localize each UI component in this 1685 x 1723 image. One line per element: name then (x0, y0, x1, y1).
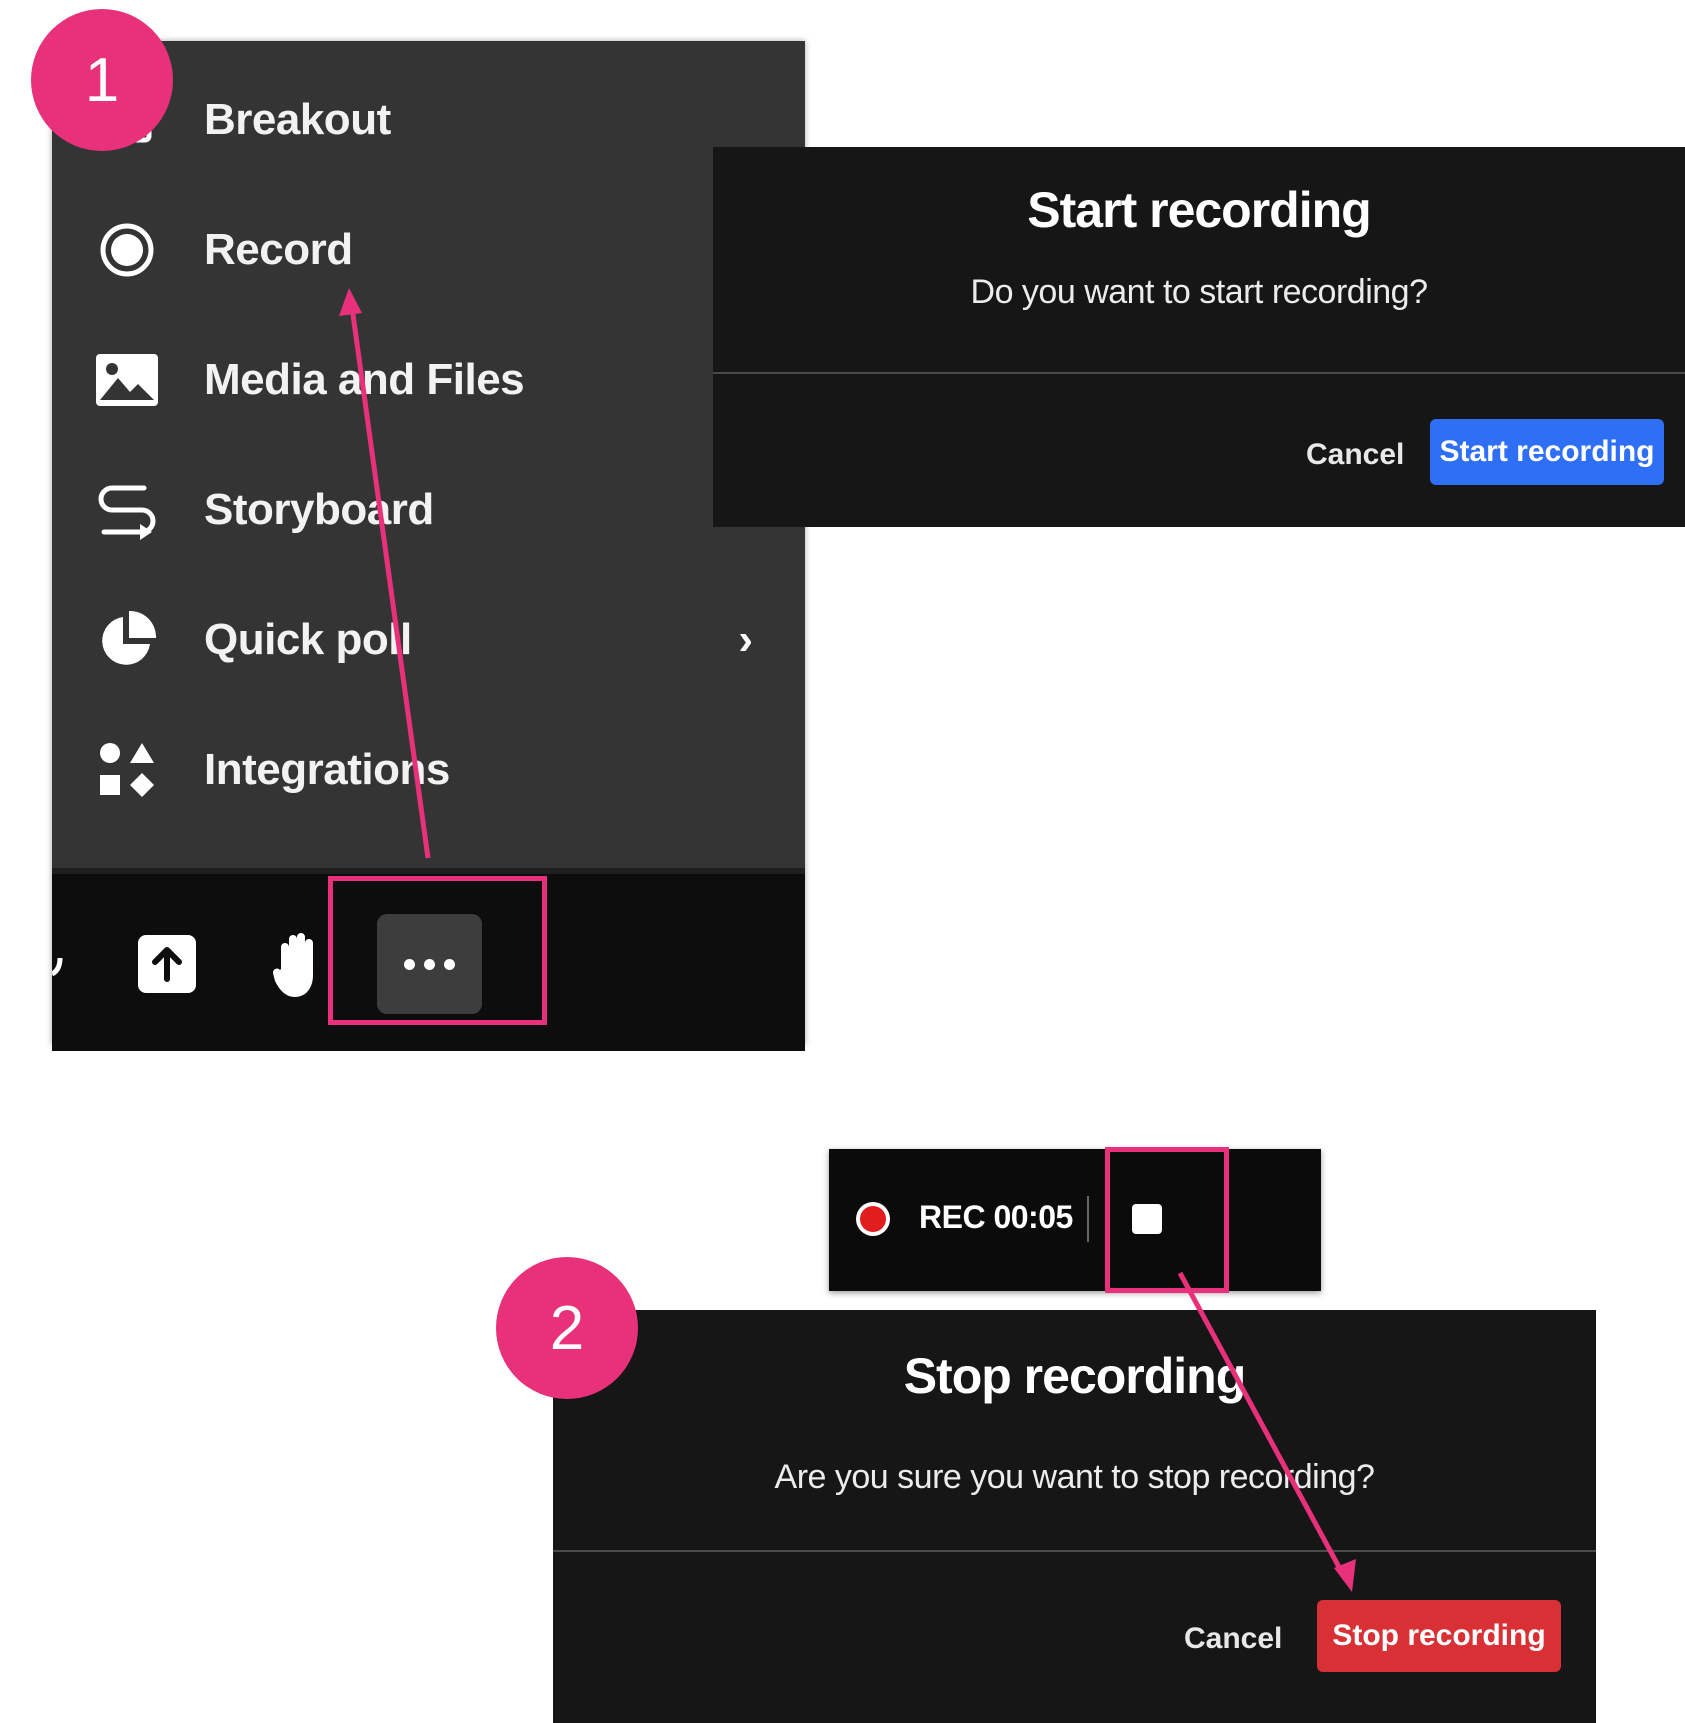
start-recording-dialog: Start recording Do you want to start rec… (713, 147, 1685, 527)
cancel-button[interactable]: Cancel (1306, 438, 1404, 472)
dialog-title: Stop recording (903, 1348, 1247, 1404)
menu-item-label: Integrations (204, 745, 450, 794)
cancel-button[interactable]: Cancel (1184, 1622, 1282, 1656)
menu-item-label: Record (204, 225, 353, 274)
dialog-divider (553, 1550, 1596, 1552)
menu-item-label: Quick poll (204, 615, 412, 664)
menu-item-integrations[interactable]: Integrations (52, 715, 805, 825)
dialog-message: Are you sure you want to stop recording? (774, 1458, 1375, 1496)
menu-item-label: Breakout (204, 95, 391, 144)
raise-hand-icon[interactable] (262, 926, 332, 1002)
record-icon (92, 215, 162, 285)
step-badge: 2 (496, 1257, 638, 1399)
stop-recording-dialog: Stop recording Are you sure you want to … (553, 1310, 1596, 1723)
highlight-box (1105, 1147, 1229, 1293)
menu-item-label: Storyboard (204, 485, 434, 534)
recording-timer: REC 00:05 (919, 1199, 1073, 1235)
dialog-divider (713, 372, 1685, 374)
image-icon (92, 345, 162, 415)
shapes-icon (92, 735, 162, 805)
recording-bar: REC 00:05 (829, 1149, 1321, 1291)
menu-item-record[interactable]: Record (52, 195, 805, 305)
storyboard-icon (92, 475, 162, 545)
menu-item-label: Media and Files (204, 355, 525, 404)
pie-chart-icon (92, 605, 162, 675)
menu-item-quick-poll[interactable]: Quick poll › (52, 585, 805, 695)
menu-item-media-and-files[interactable]: Media and Files (52, 325, 805, 435)
start-recording-button[interactable]: Start recording (1430, 419, 1664, 485)
menu-item-storyboard[interactable]: Storyboard (52, 455, 805, 565)
partial-toolbar-icon (52, 929, 64, 999)
highlight-box (328, 876, 547, 1025)
step-badge: 1 (31, 9, 173, 151)
divider (1087, 1196, 1089, 1242)
dialog-message: Do you want to start recording? (970, 273, 1428, 311)
chevron-right-icon: › (738, 615, 753, 664)
stop-recording-button[interactable]: Stop recording (1317, 1600, 1561, 1672)
dialog-title: Start recording (1027, 182, 1371, 238)
recording-indicator-icon (856, 1202, 890, 1236)
share-screen-icon[interactable] (132, 929, 202, 999)
